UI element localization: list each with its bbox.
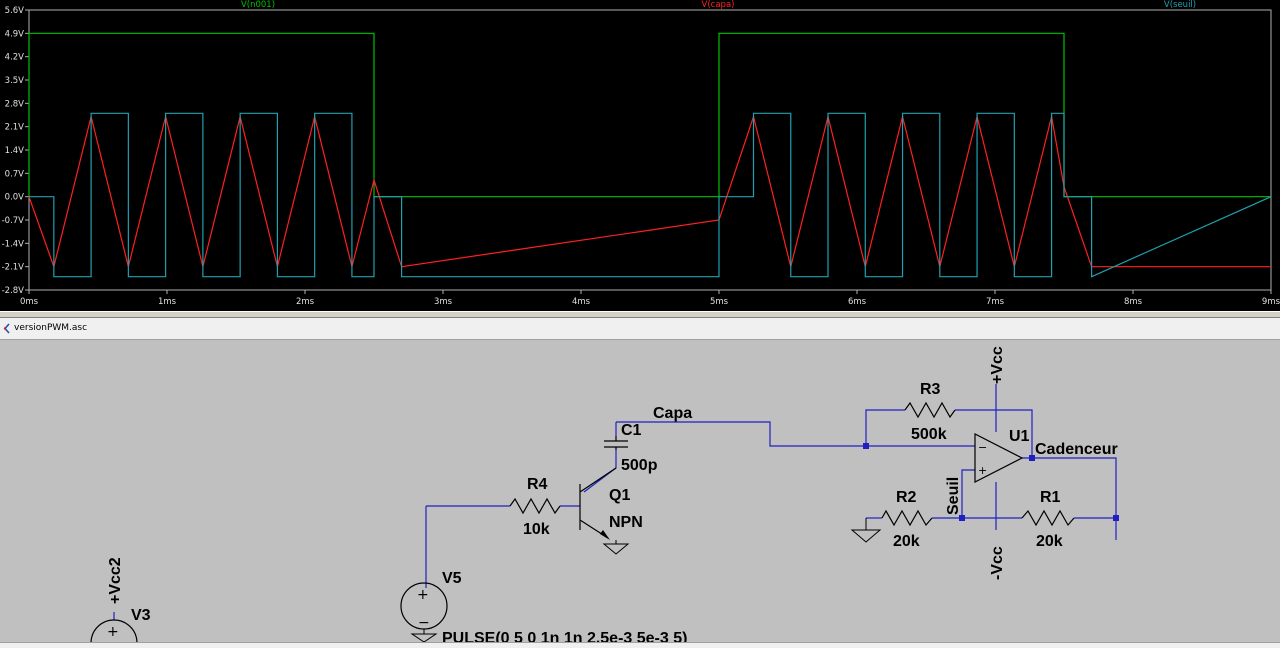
- opamp-u1[interactable]: − + U1: [974, 428, 1030, 483]
- resistor-r3[interactable]: R3 500k: [904, 381, 956, 443]
- r3-name: R3: [920, 381, 941, 398]
- r4-value: 10k: [523, 521, 550, 538]
- y-tick-label: 1.4V: [5, 146, 25, 156]
- x-tick-label: 7ms: [986, 297, 1005, 307]
- r3-value: 500k: [911, 426, 947, 443]
- status-bar: [0, 642, 1280, 648]
- x-tick-label: 8ms: [1124, 297, 1143, 307]
- svg-text:+: +: [107, 624, 119, 640]
- y-tick-label: 4.9V: [5, 29, 25, 39]
- v5-value: PULSE(0 5 0 1n 1n 2.5e-3 5e-3 5): [442, 630, 687, 642]
- ground-symbol: [850, 518, 882, 543]
- r1-value: 20k: [1036, 533, 1063, 550]
- q1-name: Q1: [609, 487, 630, 504]
- trace-vn001: [28, 32, 1271, 198]
- trace-label-vcapa[interactable]: V(capa): [702, 0, 735, 10]
- v5-name: V5: [442, 570, 462, 587]
- c1-value: 500p: [621, 457, 658, 474]
- resistor-r1[interactable]: R1 20k: [1021, 489, 1075, 550]
- x-tick-label: 5ms: [710, 297, 729, 307]
- capacitor-c1[interactable]: C1 500p: [604, 422, 658, 474]
- trace-legend: V(n001) V(capa) V(seuil): [241, 0, 1196, 10]
- v3-name: V3: [131, 607, 151, 624]
- c1-name: C1: [621, 422, 642, 439]
- r4-name: R4: [527, 476, 548, 493]
- schematic-file-icon: [3, 323, 10, 334]
- resistor-r2[interactable]: R2 20k: [881, 489, 933, 550]
- y-tick-label: 2.1V: [5, 123, 25, 133]
- y-tick-label: 2.8V: [5, 99, 25, 109]
- r1-name: R1: [1040, 489, 1061, 506]
- document-tab-title: versionPWM.asc: [14, 323, 88, 333]
- x-tick-label: 9ms: [1262, 297, 1280, 307]
- y-tick-label: -2.1V: [2, 263, 25, 273]
- x-tick-label: 0ms: [20, 297, 39, 307]
- net-label-cadenceur[interactable]: Cadenceur: [1035, 441, 1118, 458]
- u1-name: U1: [1009, 428, 1030, 445]
- trace-vcapa: [28, 114, 1271, 269]
- net-label-vcc-pos[interactable]: +Vcc: [989, 346, 1006, 384]
- y-tick-label: -0.7V: [2, 216, 25, 226]
- x-tick-label: 6ms: [848, 297, 867, 307]
- waveform-plot[interactable]: 5.6V 4.9V 4.2V 3.5V 2.8V 2.1V 1.4V 0.7V 0.0V -0.7…: [0, 0, 1280, 311]
- net-label-vcc2[interactable]: +Vcc2: [107, 557, 124, 604]
- waveform-plot-pane[interactable]: 5.6V 4.9V 4.2V 3.5V 2.8V 2.1V 1.4V 0.7V 0.0V -0.7…: [0, 0, 1280, 311]
- net-label-capa[interactable]: Capa: [653, 405, 692, 422]
- schematic-canvas[interactable]: R3 500k R2 20k R1 20k R4 10k C1 500p Q1 …: [0, 340, 1280, 642]
- trace-vseuil: [29, 112, 1272, 278]
- x-axis: 0ms 1ms 2ms 3ms 4ms 5ms 6ms 7ms 8ms 9ms: [20, 290, 1280, 307]
- x-tick-label: 3ms: [434, 297, 453, 307]
- x-tick-label: 4ms: [572, 297, 591, 307]
- q1-value: NPN: [609, 514, 643, 531]
- x-tick-label: 1ms: [158, 297, 177, 307]
- svg-text:−: −: [418, 615, 430, 631]
- resistor-r4[interactable]: R4 10k: [509, 476, 561, 538]
- voltage-source-v3[interactable]: + V3: [90, 607, 151, 642]
- y-tick-label: -1.4V: [2, 239, 25, 249]
- net-label-seuil[interactable]: Seuil: [945, 477, 962, 515]
- net-label-vcc-neg[interactable]: -Vcc: [989, 546, 1006, 580]
- document-tab[interactable]: versionPWM.asc: [0, 318, 1280, 340]
- x-tick-label: 2ms: [296, 297, 315, 307]
- y-axis: 5.6V 4.9V 4.2V 3.5V 2.8V 2.1V 1.4V 0.7V 0.0V -0.7…: [2, 6, 1272, 296]
- y-tick-label: 5.6V: [5, 6, 25, 16]
- trace-layer: [28, 32, 1272, 278]
- y-tick-label: 0.7V: [5, 169, 25, 179]
- y-tick-label: 3.5V: [5, 76, 25, 86]
- r2-name: R2: [896, 489, 917, 506]
- transistor-q1[interactable]: Q1 NPN: [579, 467, 643, 555]
- r2-value: 20k: [893, 533, 920, 550]
- trace-label-vseuil[interactable]: V(seuil): [1164, 0, 1196, 10]
- y-tick-label: -2.8V: [2, 286, 25, 296]
- voltage-source-v5[interactable]: + − V5 PULSE(0 5 0 1n 1n 2.5e-3 5e-3 5): [400, 570, 687, 642]
- y-tick-label: 0.0V: [5, 193, 25, 203]
- y-tick-label: 4.2V: [5, 53, 25, 63]
- svg-text:−: −: [978, 441, 987, 454]
- pane-splitter[interactable]: [0, 311, 1280, 318]
- trace-label-vn001[interactable]: V(n001): [241, 0, 275, 10]
- svg-text:+: +: [978, 464, 987, 477]
- svg-text:+: +: [417, 587, 429, 603]
